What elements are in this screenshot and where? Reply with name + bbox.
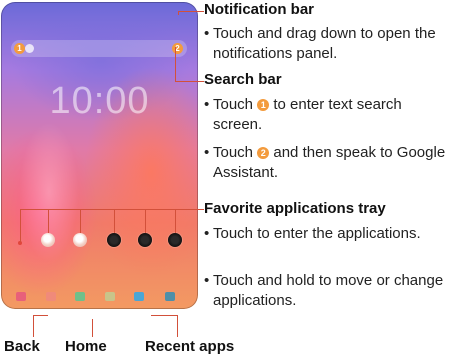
dock-app-icon[interactable]: [165, 292, 175, 301]
notification-bar-leader: [178, 11, 204, 12]
favorite-tray-leader: [20, 209, 21, 242]
marker-2-icon: 2: [257, 147, 270, 159]
favorite-app-icon[interactable]: [73, 233, 87, 247]
back-label: Back: [4, 338, 40, 355]
search-bar-leader: [175, 81, 204, 82]
search-marker-2: 2: [172, 43, 183, 54]
favorite-app-icon[interactable]: [168, 233, 182, 247]
back-leader: [33, 315, 48, 316]
back-leader: [33, 315, 34, 337]
favorite-tray-leader: [114, 209, 115, 233]
search-bar-bullet-1: • Touch 1 to enter text search screen.: [204, 96, 402, 133]
search-bar-leader: [175, 47, 176, 82]
favorite-tray-leader: [80, 209, 81, 233]
recent-leader: [151, 315, 178, 316]
notification-bar-leader: [178, 11, 179, 15]
clock: 10:00: [49, 80, 150, 122]
notification-bar-heading: Notification bar: [204, 1, 315, 18]
search-bar-bullet-2: • Touch 2 and then speak to Google Assist…: [204, 144, 446, 181]
favorite-tray-leader: [175, 209, 176, 233]
search-bar[interactable]: 1 2: [11, 40, 187, 57]
google-icon: [25, 44, 34, 53]
recent-leader: [177, 315, 178, 337]
favorite-tray-heading: Favorite applications tray: [204, 200, 386, 217]
dock-app-icon[interactable]: [46, 292, 56, 301]
marker-1-icon: 1: [257, 99, 270, 111]
dock-app-icon[interactable]: [134, 292, 144, 301]
favorite-app-icon[interactable]: [138, 233, 152, 247]
recent-apps-label: Recent apps: [145, 338, 235, 355]
favorite-tray-leader: [145, 209, 146, 233]
dock-app-icon[interactable]: [105, 292, 115, 301]
favorite-tray-bullet-2: • Touch and hold to move or change applic…: [204, 272, 444, 309]
favorite-app-icon[interactable]: [41, 233, 55, 247]
home-label: Home: [65, 338, 107, 355]
home-leader: [92, 319, 93, 337]
dock-app-icon[interactable]: [75, 292, 85, 301]
notification-bar-bullet: • Touch and drag down to open the notific…: [204, 25, 436, 62]
dock-app-icon[interactable]: [16, 292, 26, 301]
favorite-app-icon[interactable]: [107, 233, 121, 247]
favorite-tray-leader: [48, 209, 49, 233]
search-bar-heading: Search bar: [204, 71, 282, 88]
search-marker-1: 1: [14, 43, 25, 54]
favorite-tray-bullet-1: • Touch to enter the applications.: [204, 225, 421, 242]
tablet-screen: 1 2 10:00: [1, 2, 198, 309]
